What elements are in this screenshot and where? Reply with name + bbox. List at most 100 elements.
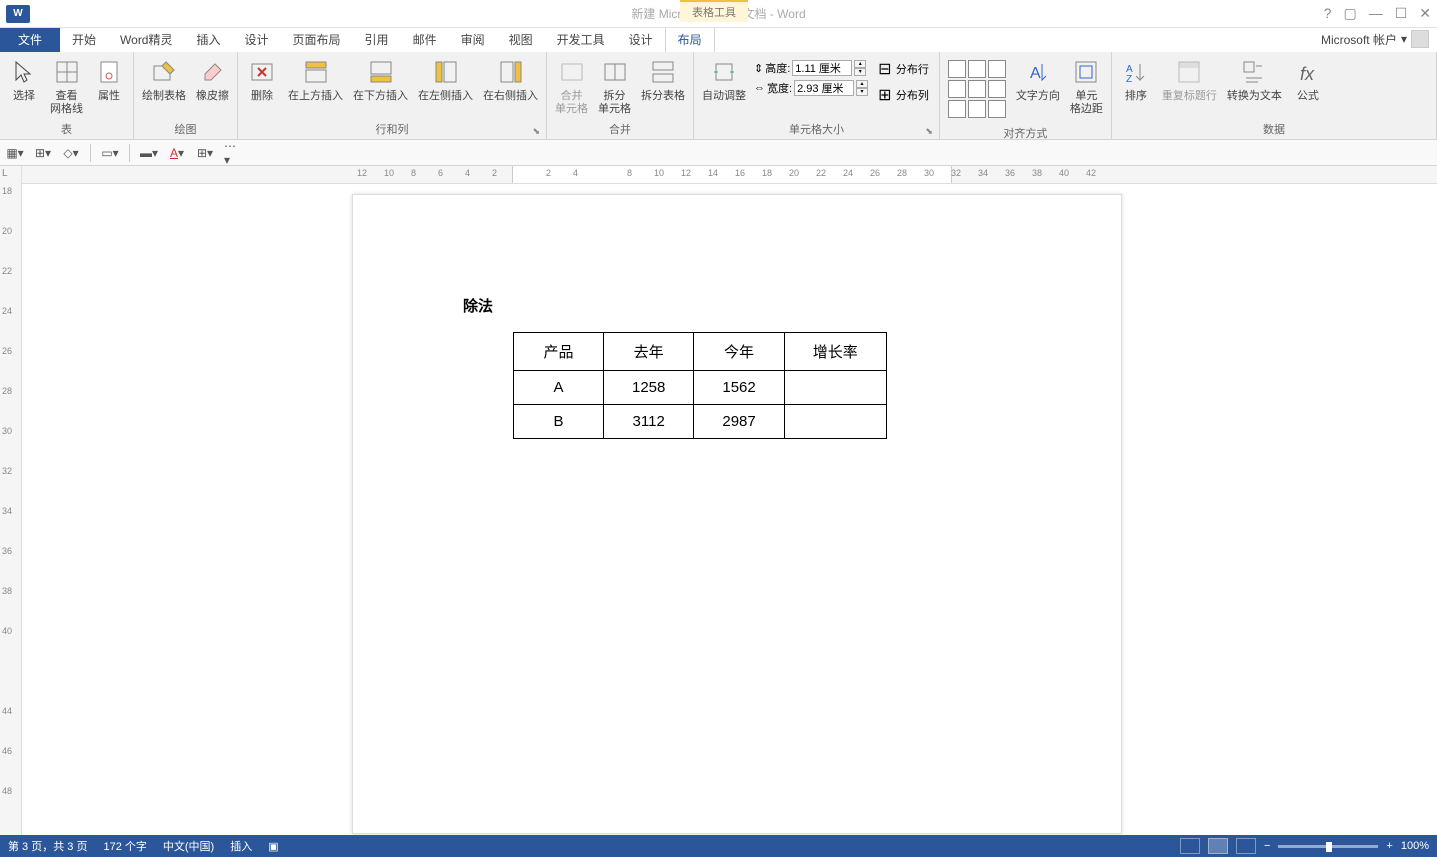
table-cell[interactable]: 今年 [694, 333, 784, 371]
width-up-icon[interactable]: ▴ [856, 80, 868, 88]
insert-right-button[interactable]: 在右侧插入 [479, 54, 542, 105]
align-middle-left[interactable] [948, 80, 966, 98]
table-cell[interactable]: 增长率 [784, 333, 886, 371]
tab-mailings[interactable]: 邮件 [401, 27, 449, 52]
width-input[interactable] [794, 80, 854, 96]
qat-shape-icon[interactable]: ◇▾ [62, 144, 80, 162]
cell-margins-icon [1070, 56, 1102, 88]
table-cell[interactable]: 去年 [604, 333, 694, 371]
align-middle-right[interactable] [988, 80, 1006, 98]
qat-border-icon[interactable]: ▭▾ [101, 144, 119, 162]
table-cell[interactable]: 产品 [514, 333, 604, 371]
insert-mode[interactable]: 插入 [230, 838, 252, 854]
qat-more-icon[interactable]: ⋯▾ [224, 144, 242, 162]
qat-table-icon[interactable]: ▦▾ [6, 144, 24, 162]
delete-table-icon [246, 56, 278, 88]
help-icon[interactable]: ? [1324, 5, 1332, 22]
table-cell[interactable] [784, 405, 886, 439]
table-cell[interactable]: 1562 [694, 371, 784, 405]
dialog-launcher-icon[interactable]: ⬊ [925, 126, 933, 137]
ribbon-display-options-icon[interactable]: ▢ [1343, 5, 1356, 22]
minimize-icon[interactable]: — [1369, 5, 1383, 22]
properties-button[interactable]: 属性 [89, 54, 129, 105]
tab-wordgenie[interactable]: Word精灵 [108, 27, 184, 52]
tab-review[interactable]: 审阅 [449, 27, 497, 52]
insert-below-button[interactable]: 在下方插入 [349, 54, 412, 105]
table-cell[interactable]: 3112 [604, 405, 694, 439]
print-layout-icon[interactable] [1208, 838, 1228, 854]
convert-to-text-button[interactable]: 转换为文本 [1223, 54, 1286, 105]
close-icon[interactable]: ✕ [1419, 5, 1431, 22]
tab-table-design[interactable]: 设计 [617, 27, 665, 52]
language-status[interactable]: 中文(中国) [163, 838, 214, 854]
insert-above-button[interactable]: 在上方插入 [284, 54, 347, 105]
tab-developer[interactable]: 开发工具 [545, 27, 617, 52]
tab-insert[interactable]: 插入 [185, 27, 233, 52]
width-down-icon[interactable]: ▾ [856, 88, 868, 96]
split-table-button[interactable]: 拆分表格 [637, 54, 689, 105]
avatar [1411, 30, 1429, 48]
distribute-rows-button[interactable]: ⊟ 分布行 [876, 58, 931, 80]
qat-borders-icon[interactable]: ⊞▾ [196, 144, 214, 162]
page: 除法 产品 去年 今年 增长率 A 1258 1562 [352, 194, 1122, 834]
height-down-icon[interactable]: ▾ [854, 68, 866, 76]
tab-home[interactable]: 开始 [60, 27, 108, 52]
document-table[interactable]: 产品 去年 今年 增长率 A 1258 1562 B [513, 332, 887, 439]
text-direction-button[interactable]: A 文字方向 [1012, 54, 1064, 105]
table-cell[interactable] [784, 371, 886, 405]
align-top-right[interactable] [988, 60, 1006, 78]
table-cell[interactable]: 2987 [694, 405, 784, 439]
qat-insert-table-icon[interactable]: ⊞▾ [34, 144, 52, 162]
qat-font-color-icon[interactable]: A▾ [168, 144, 186, 162]
height-input[interactable] [792, 60, 852, 76]
table-cell[interactable]: B [514, 405, 604, 439]
tab-table-layout[interactable]: 布局 [665, 26, 715, 52]
maximize-icon[interactable]: ☐ [1395, 5, 1408, 22]
align-top-left[interactable] [948, 60, 966, 78]
vertical-ruler[interactable]: L 182022242628303234363840444648 [0, 166, 22, 835]
tab-references[interactable]: 引用 [353, 27, 401, 52]
align-bottom-center[interactable] [968, 100, 986, 118]
distribute-cols-button[interactable]: ⊞ 分布列 [876, 84, 931, 106]
align-bottom-right[interactable] [988, 100, 1006, 118]
view-gridlines-button[interactable]: 查看 网格线 [46, 54, 87, 118]
page-info[interactable]: 第 3 页，共 3 页 [8, 838, 87, 854]
sort-button[interactable]: AZ 排序 [1116, 54, 1156, 105]
draw-table-button[interactable]: 绘制表格 [138, 54, 190, 105]
qat-fill-icon[interactable]: ▬▾ [140, 144, 158, 162]
autofit-button[interactable]: 自动调整 [698, 54, 750, 105]
col-width-icon: ⇔ [754, 82, 765, 94]
word-count[interactable]: 172 个字 [103, 838, 146, 854]
table-cell[interactable]: 1258 [604, 371, 694, 405]
zoom-out-icon[interactable]: − [1264, 840, 1270, 852]
cell-margins-button[interactable]: 单元 格边距 [1066, 54, 1107, 118]
formula-button[interactable]: fx 公式 [1288, 54, 1328, 105]
tab-file[interactable]: 文件 [0, 27, 60, 52]
align-bottom-left[interactable] [948, 100, 966, 118]
eraser-button[interactable]: 橡皮擦 [192, 54, 233, 105]
zoom-in-icon[interactable]: + [1386, 840, 1392, 852]
insert-left-button[interactable]: 在左侧插入 [414, 54, 477, 105]
tab-design[interactable]: 设计 [233, 27, 281, 52]
align-middle-center[interactable] [968, 80, 986, 98]
height-up-icon[interactable]: ▴ [854, 60, 866, 68]
web-layout-icon[interactable] [1236, 838, 1256, 854]
repeat-header-button: 重复标题行 [1158, 54, 1221, 105]
table-cell[interactable]: A [514, 371, 604, 405]
macro-record-icon[interactable]: ▣ [268, 840, 278, 853]
split-cells-button[interactable]: 拆分 单元格 [594, 54, 635, 118]
horizontal-ruler[interactable]: 1210864224810121416182022242628303234363… [22, 166, 1437, 184]
read-mode-icon[interactable] [1180, 838, 1200, 854]
table-row: B 3112 2987 [514, 405, 887, 439]
dialog-launcher-icon[interactable]: ⬊ [532, 126, 540, 137]
tab-view[interactable]: 视图 [497, 27, 545, 52]
select-button[interactable]: 选择 [4, 54, 44, 105]
zoom-slider[interactable] [1278, 845, 1378, 848]
group-data: AZ 排序 重复标题行 转换为文本 fx 公式 数据 ˆ [1112, 52, 1437, 139]
zoom-level[interactable]: 100% [1401, 840, 1429, 852]
document-area[interactable]: 除法 产品 去年 今年 增长率 A 1258 1562 [22, 184, 1437, 835]
delete-button[interactable]: 删除 [242, 54, 282, 105]
tab-pagelayout[interactable]: 页面布局 [281, 27, 353, 52]
align-top-center[interactable] [968, 60, 986, 78]
account-menu[interactable]: Microsoft 帐户 ▾ [1313, 26, 1437, 52]
